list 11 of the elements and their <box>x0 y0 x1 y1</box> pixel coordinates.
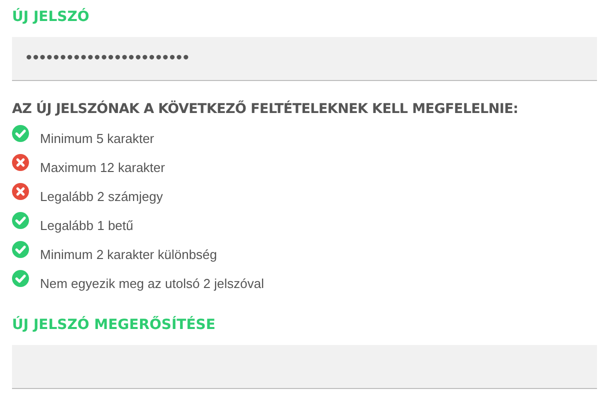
requirement-text: Legalább 1 betű <box>40 218 134 233</box>
field-label: ÚJ JELSZÓ <box>12 8 90 26</box>
requirement-text: Minimum 5 karakter <box>40 131 154 146</box>
requirement-text: Legalább 2 számjegy <box>40 189 163 204</box>
password-field[interactable]: •••••••••••••••••••••••• <box>12 37 597 81</box>
confirm-password-field[interactable] <box>12 345 597 389</box>
requirement-text: Nem egyezik meg az utolsó 2 jelszóval <box>40 276 264 291</box>
field-label: ÚJ JELSZÓ MEGERŐSÍTÉSE <box>12 316 216 334</box>
requirement-text: Minimum 2 karakter különbség <box>40 247 218 262</box>
requirements-heading: AZ ÚJ JELSZÓNAK A KÖVETKEZŐ FELTÉTELEKNEK KELL MEGFELELNIE: <box>12 101 520 117</box>
requirement-text: Maximum 12 karakter <box>40 160 165 175</box>
